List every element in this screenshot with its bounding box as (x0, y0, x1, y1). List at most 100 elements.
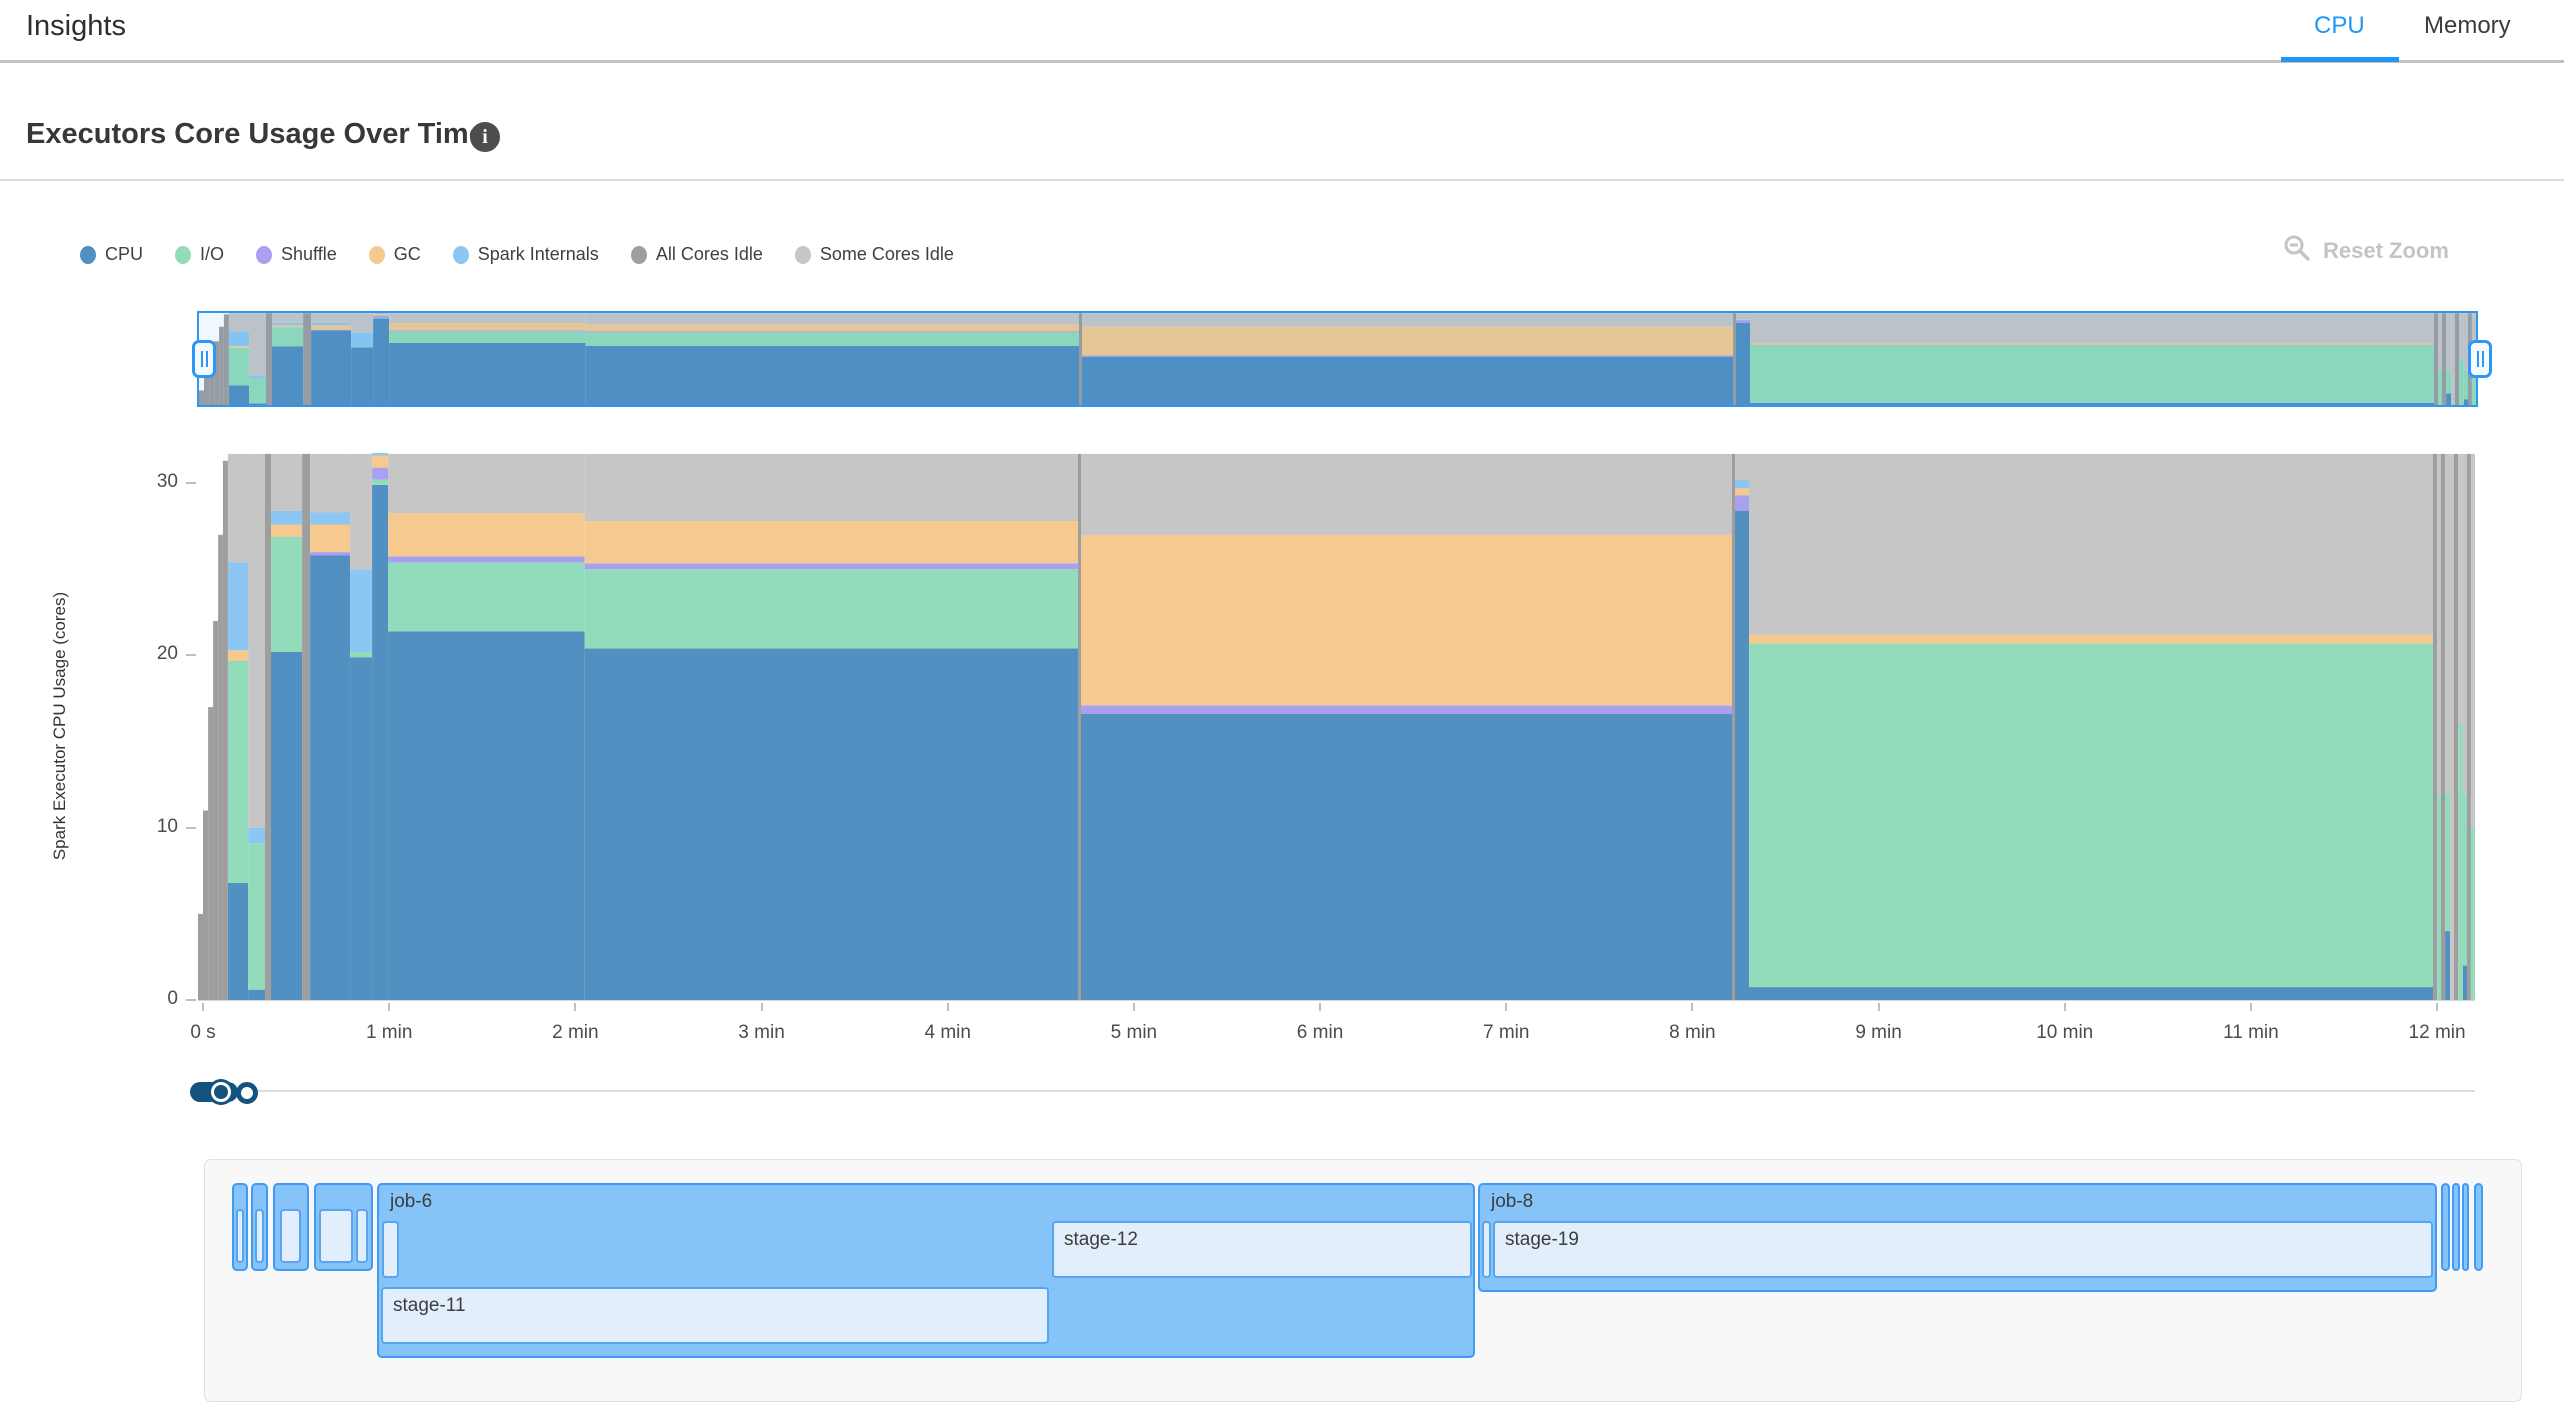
overview-chart[interactable] (197, 311, 2478, 407)
series-cpu-segment (585, 649, 1078, 1001)
series-io-segment (228, 661, 248, 883)
series-internals-segment (372, 453, 388, 456)
stage-chip[interactable] (319, 1209, 353, 1263)
legend-dot-internals (453, 246, 469, 264)
legend-label: GC (394, 244, 421, 265)
section-divider (0, 179, 2564, 181)
x-tick-mark (2250, 1003, 2252, 1011)
x-tick-mark (388, 1003, 390, 1011)
x-tick-label: 2 min (525, 1022, 625, 1044)
zoom-slider-track[interactable] (198, 1090, 2475, 1092)
job-block[interactable] (2474, 1183, 2483, 1271)
legend-item-shuffle[interactable]: Shuffle (256, 244, 337, 265)
series-some_idle-segment (1735, 454, 1749, 480)
legend-dot-io (175, 246, 191, 264)
stage-chip[interactable] (382, 1221, 399, 1278)
legend-dot-gc (369, 246, 385, 264)
stage-block-stage-11[interactable]: stage-11 (381, 1287, 1049, 1344)
legend-item-all-cores-idle[interactable]: All Cores Idle (631, 244, 763, 265)
tab-memory[interactable]: Memory (2424, 12, 2511, 40)
series-gc-segment (271, 525, 302, 537)
x-tick-label: 12 min (2387, 1022, 2487, 1044)
x-tick-label: 0 s (153, 1022, 253, 1044)
stage-label: stage-11 (393, 1295, 466, 1317)
y-axis-title: Spark Executor CPU Usage (cores) (50, 592, 70, 860)
active-tab-underline (2281, 57, 2399, 62)
series-gc-segment (310, 525, 350, 553)
x-tick-mark (2436, 1003, 2438, 1011)
series-shuffle-segment (585, 563, 1078, 569)
series-some_idle-segment (248, 454, 265, 828)
x-tick-mark (2064, 1003, 2066, 1011)
stage-chip[interactable] (1482, 1221, 1491, 1278)
stage-block-stage-19[interactable]: stage-19 (1493, 1221, 2433, 1278)
series-all_idle-segment (203, 811, 208, 1001)
x-tick-label: 1 min (339, 1022, 439, 1044)
info-icon[interactable]: i (470, 122, 500, 152)
series-all_idle-segment (223, 461, 228, 1000)
legend-label: Shuffle (281, 244, 337, 265)
series-io-segment (2471, 828, 2475, 1000)
job-block[interactable] (2462, 1183, 2469, 1271)
overview-right-handle[interactable] (2468, 340, 2492, 378)
stage-chip[interactable] (356, 1209, 368, 1263)
series-gc-segment (372, 456, 388, 468)
job-block[interactable] (2441, 1183, 2450, 1271)
zoom-slider-handle-right[interactable] (236, 1082, 258, 1104)
legend-item-i-o[interactable]: I/O (175, 244, 224, 265)
series-cpu-segment (1735, 511, 1749, 1000)
legend: CPU I/O Shuffle GC Spark Internals All Cores … (80, 244, 954, 265)
legend-item-cpu[interactable]: CPU (80, 244, 143, 265)
legend-dot-cpu (80, 246, 96, 264)
stage-label: stage-19 (1505, 1229, 1579, 1251)
tab-cpu[interactable]: CPU (2314, 12, 2365, 40)
x-tick-label: 10 min (2015, 1022, 2115, 1044)
x-tick-mark (1133, 1003, 1135, 1011)
stage-label: stage-12 (1064, 1229, 1138, 1251)
stage-chip[interactable] (255, 1209, 264, 1263)
series-some_idle-segment (388, 454, 585, 513)
series-io-segment (2463, 793, 2467, 965)
series-some_idle-segment (1749, 454, 2433, 635)
job-label: job-6 (390, 1191, 432, 1213)
series-gc-segment (585, 521, 1078, 563)
reset-zoom-button[interactable]: Reset Zoom (2283, 234, 2449, 268)
legend-item-spark-internals[interactable]: Spark Internals (453, 244, 599, 265)
series-internals-segment (310, 512, 350, 524)
overview-left-handle[interactable] (192, 340, 216, 378)
series-some_idle-segment (310, 454, 350, 513)
series-all_idle-segment (218, 535, 223, 1000)
series-all_idle-segment (2433, 454, 2437, 1000)
main-chart[interactable] (198, 453, 2475, 1001)
page-title: Insights (26, 10, 126, 43)
series-internals-segment (1735, 480, 1749, 489)
series-internals-segment (350, 569, 372, 652)
series-io-segment (248, 843, 265, 989)
job-label: job-8 (1491, 1191, 1533, 1213)
legend-label: I/O (200, 244, 224, 265)
series-cpu-segment (350, 657, 372, 1000)
series-some_idle-segment (585, 454, 1078, 521)
x-tick-label: 5 min (1084, 1022, 1184, 1044)
legend-item-some-cores-idle[interactable]: Some Cores Idle (795, 244, 954, 265)
zoom-slider-handle-left[interactable] (211, 1082, 231, 1102)
series-shuffle-segment (1081, 705, 1732, 714)
series-io-segment (271, 537, 302, 652)
series-io-segment (1749, 643, 2433, 987)
stage-chip[interactable] (280, 1209, 301, 1263)
series-internals-segment (248, 828, 265, 844)
legend-item-gc[interactable]: GC (369, 244, 421, 265)
job-block[interactable] (2452, 1183, 2460, 1271)
header-divider (0, 60, 2564, 63)
stage-chip[interactable] (236, 1209, 244, 1263)
stage-block-stage-12[interactable]: stage-12 (1052, 1221, 1472, 1278)
series-all_idle-segment (265, 454, 271, 1000)
y-tick-label: 20 (138, 643, 178, 665)
x-tick-mark (202, 1003, 204, 1011)
series-all_idle-segment (2454, 454, 2458, 1000)
series-some_idle-segment (350, 454, 372, 569)
x-tick-mark (947, 1003, 949, 1011)
main-chart-svg (198, 453, 2475, 1000)
x-tick-label: 6 min (1270, 1022, 1370, 1044)
series-shuffle-segment (1735, 495, 1749, 511)
